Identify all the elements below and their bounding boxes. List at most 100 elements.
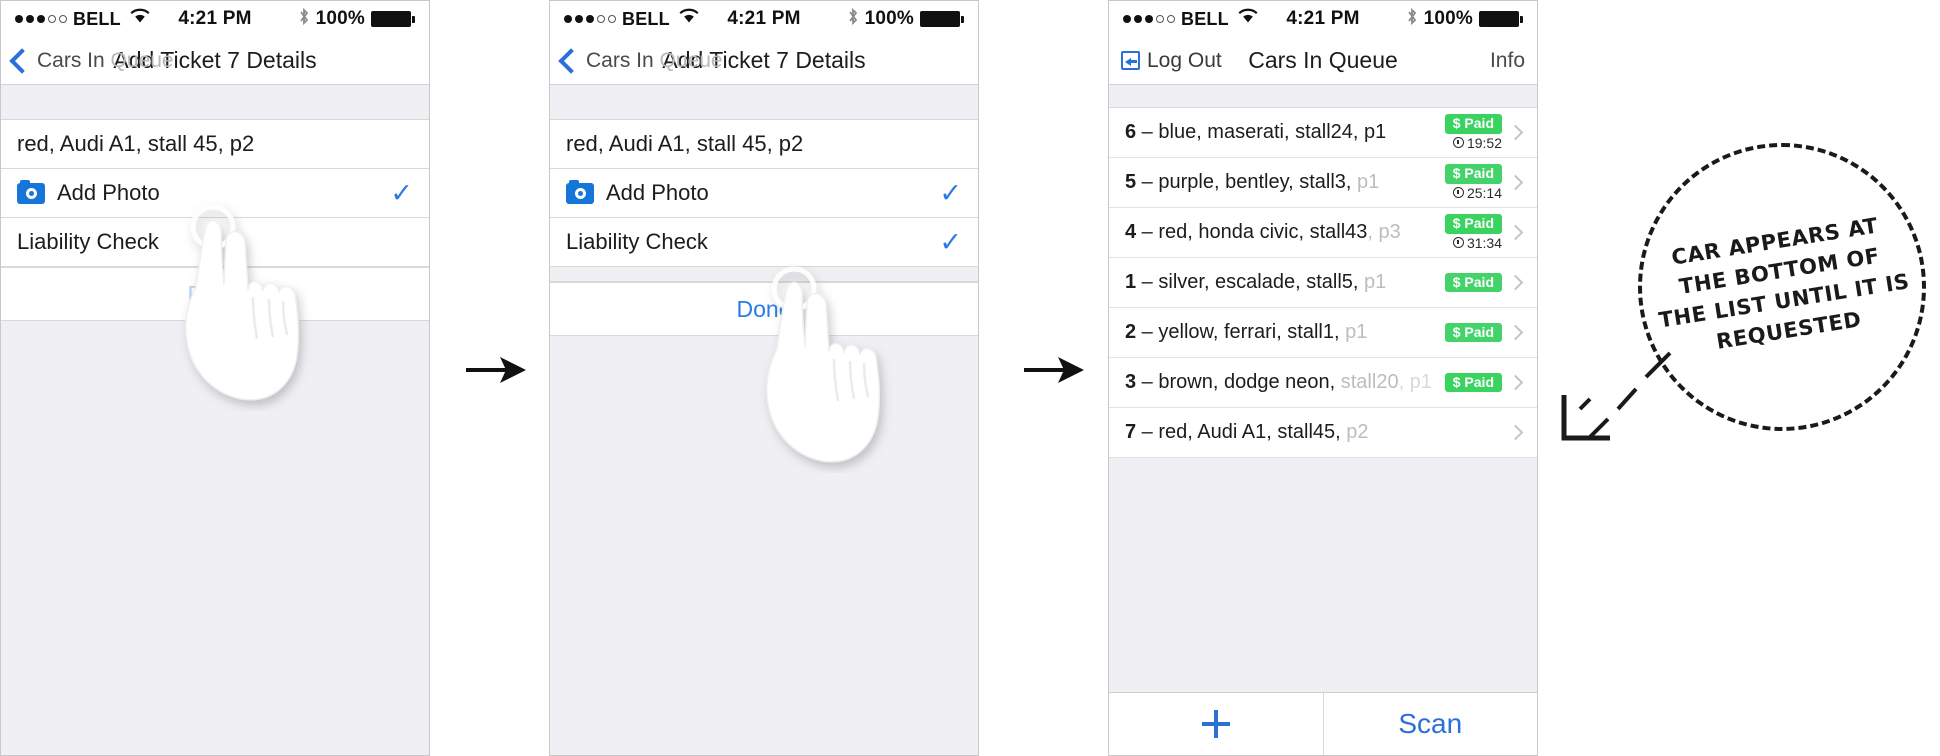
timer-label: 31:34: [1452, 235, 1502, 251]
camera-icon: [566, 179, 594, 204]
timer-label: 25:14: [1452, 185, 1502, 201]
chevron-right-icon: [1507, 174, 1524, 191]
queue-item-status: $ Paid 19:52: [1444, 114, 1502, 151]
back-button[interactable]: Cars In Queue: [9, 47, 174, 74]
signal-strength-icon: [1123, 15, 1175, 23]
status-badge: $ Paid: [1444, 114, 1502, 134]
navigation-bar: Cars In Queue Add Ticket 7 Details: [550, 37, 978, 85]
scan-button[interactable]: Scan: [1322, 693, 1538, 755]
liability-check-label: Liability Check: [17, 229, 159, 254]
empty-area: [1, 321, 429, 755]
list-item-vehicle[interactable]: red, Audi A1, stall 45, p2: [1, 120, 429, 169]
status-bar-right: 100%: [847, 7, 964, 32]
bluetooth-icon: [298, 7, 310, 32]
battery-percent-label: 100%: [1423, 8, 1473, 29]
checkmark-icon: ✓: [390, 177, 413, 208]
carrier-label: BELL: [73, 8, 121, 29]
phone-screen-2: BELL 4:21 PM 100% Cars In Queue Add Tick…: [549, 0, 979, 756]
queue-item-label: 2 – yellow, ferrari, stall1, p1: [1125, 321, 1368, 343]
callout-pointer-icon: [1518, 343, 1688, 463]
done-button-label-2: Done: [736, 295, 792, 322]
battery-percent-label: 100%: [315, 8, 365, 29]
done-button-1[interactable]: Done: [1, 267, 429, 321]
battery-percent-label: 100%: [864, 8, 914, 29]
table-row[interactable]: 4 – red, honda civic, stall43, p3 $ Paid…: [1109, 208, 1537, 258]
status-badge: $ Paid: [1444, 272, 1502, 293]
empty-area: [1109, 458, 1537, 692]
queue-item-label: 1 – silver, escalade, stall5, p1: [1125, 271, 1387, 293]
signal-strength-icon: [15, 15, 67, 23]
list-item-liability-check[interactable]: Liability Check ✓: [550, 218, 978, 267]
vehicle-description: red, Audi A1, stall 45, p2: [17, 131, 255, 156]
plus-icon: [1200, 708, 1232, 740]
table-row[interactable]: 3 – brown, dodge neon, stall20, p1 $ Pai…: [1109, 358, 1537, 408]
timer-label: 19:52: [1452, 135, 1502, 151]
screen-content-2: red, Audi A1, stall 45, p2 Add Photo ✓ L…: [550, 85, 978, 755]
status-badge: $ Paid: [1444, 214, 1502, 234]
info-button[interactable]: Info: [1490, 49, 1525, 73]
logout-label: Log Out: [1147, 48, 1222, 72]
chevron-right-icon: [1507, 274, 1524, 291]
status-bar: BELL 4:21 PM 100%: [1, 1, 429, 37]
status-badge: $ Paid: [1444, 372, 1502, 393]
navigation-bar: Log Out Cars In Queue Info: [1109, 37, 1537, 85]
table-row[interactable]: 7 – red, Audi A1, stall45, p2: [1109, 408, 1537, 458]
bottom-toolbar: Scan: [1109, 692, 1537, 755]
table-row[interactable]: 2 – yellow, ferrari, stall1, p1 $ Paid: [1109, 308, 1537, 358]
battery-icon: [1479, 11, 1523, 27]
list-item-vehicle[interactable]: red, Audi A1, stall 45, p2: [550, 120, 978, 169]
section-gap: [550, 85, 978, 120]
wifi-icon: [678, 8, 700, 30]
queue-item-status: $ Paid: [1444, 322, 1502, 343]
list-item-add-photo[interactable]: Add Photo ✓: [1, 169, 429, 218]
status-badge: $ Paid: [1444, 322, 1502, 343]
list-item-liability-check[interactable]: Liability Check: [1, 218, 429, 267]
list-item-add-photo[interactable]: Add Photo ✓: [550, 169, 978, 218]
table-row[interactable]: 6 – blue, maserati, stall24, p1 $ Paid 1…: [1109, 108, 1537, 158]
status-bar-left: BELL: [15, 8, 151, 30]
queue-item-label: 6 – blue, maserati, stall24, p1: [1125, 121, 1387, 143]
status-bar-right: 100%: [298, 7, 415, 32]
carrier-label: BELL: [1181, 8, 1229, 29]
chevron-left-icon: [558, 47, 584, 74]
liability-check-label: Liability Check: [566, 229, 708, 254]
queue-item-label: 7 – red, Audi A1, stall45, p2: [1125, 421, 1369, 443]
empty-area: [550, 336, 978, 755]
queue-item-status: $ Paid: [1444, 372, 1502, 393]
chevron-right-icon: [1507, 324, 1524, 341]
screen-content-1: red, Audi A1, stall 45, p2 Add Photo ✓ L…: [1, 85, 429, 755]
done-button-2[interactable]: Done: [550, 282, 978, 336]
callout-annotation: CAR APPEARS AT THE BOTTOM OF THE LIST UN…: [1561, 143, 1926, 441]
section-gap: [1109, 85, 1537, 108]
flow-arrow-2: [1020, 350, 1086, 390]
flow-arrow-1: [462, 350, 528, 390]
back-button-label: Cars In Queue: [37, 48, 174, 72]
checkmark-icon: ✓: [939, 177, 962, 208]
status-bar: BELL 4:21 PM 100%: [550, 1, 978, 37]
chevron-left-icon: [9, 47, 35, 74]
back-button[interactable]: Cars In Queue: [558, 47, 723, 74]
table-row[interactable]: 5 – purple, bentley, stall3, p1 $ Paid 2…: [1109, 158, 1537, 208]
battery-icon: [920, 11, 964, 27]
done-button-label-1: Done: [187, 280, 243, 307]
section-gap: [1, 85, 429, 120]
table-row[interactable]: 1 – silver, escalade, stall5, p1 $ Paid: [1109, 258, 1537, 308]
back-button-label-faded: Queue: [110, 48, 174, 72]
phone-screen-3: BELL 4:21 PM 100% Log Out Cars In Queue …: [1108, 0, 1538, 756]
navigation-bar: Cars In Queue Add Ticket 7 Details: [1, 37, 429, 85]
battery-icon: [371, 11, 415, 27]
status-bar: BELL 4:21 PM 100%: [1109, 1, 1537, 37]
logout-icon: [1121, 51, 1140, 70]
clock-icon: [1452, 187, 1464, 199]
logout-button[interactable]: Log Out: [1121, 49, 1222, 73]
vehicle-description: red, Audi A1, stall 45, p2: [566, 131, 804, 156]
queue-item-label: 3 – brown, dodge neon, stall20, p1: [1125, 371, 1432, 393]
queue-item-status: $ Paid: [1444, 272, 1502, 293]
back-button-label-faded: Queue: [659, 48, 723, 72]
screen-content-3: 6 – blue, maserati, stall24, p1 $ Paid 1…: [1109, 85, 1537, 755]
back-button-label: Cars In Queue: [586, 48, 723, 72]
add-ticket-button[interactable]: [1109, 693, 1323, 755]
status-bar-left: BELL: [564, 8, 700, 30]
phone-screen-1: BELL 4:21 PM 100% Cars In Queue Add Tick…: [0, 0, 430, 756]
chevron-right-icon: [1507, 224, 1524, 241]
